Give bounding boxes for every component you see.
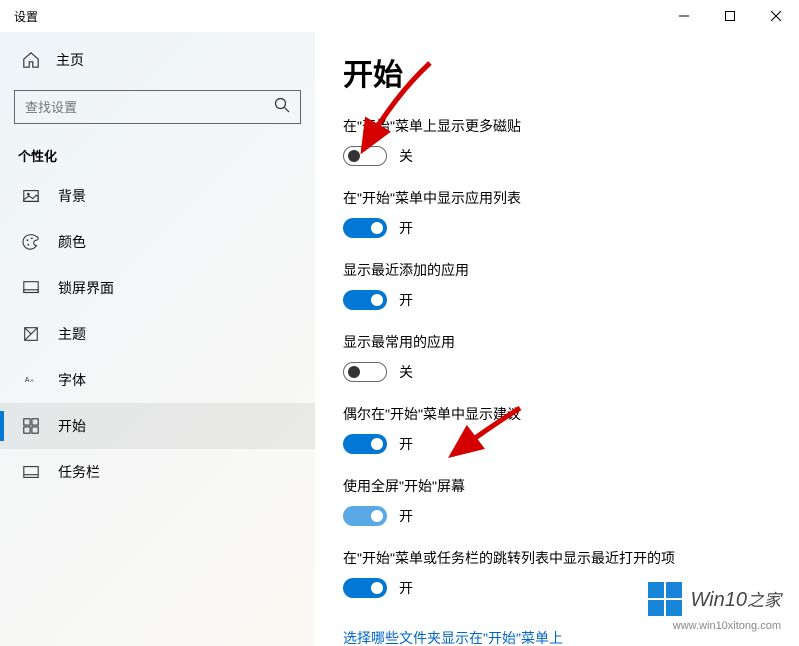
palette-icon — [22, 233, 40, 251]
sidebar-item-fonts[interactable]: AA 字体 — [0, 357, 315, 403]
toggle-switch[interactable] — [343, 506, 387, 526]
search-box[interactable] — [14, 90, 301, 124]
setting-group: 偶尔在"开始"菜单中显示建议开 — [343, 404, 771, 454]
sidebar-section: 个性化 — [0, 134, 315, 173]
start-icon — [22, 417, 40, 435]
sidebar: 主页 个性化 背景 颜色 锁屏界面 — [0, 32, 315, 646]
setting-label: 显示最近添加的应用 — [343, 260, 771, 280]
search-input[interactable] — [25, 100, 274, 115]
setting-label: 在"开始"菜单中显示应用列表 — [343, 188, 771, 208]
sidebar-home[interactable]: 主页 — [0, 40, 315, 80]
sidebar-item-lockscreen[interactable]: 锁屏界面 — [0, 265, 315, 311]
home-icon — [22, 51, 40, 69]
taskbar-icon — [22, 463, 40, 481]
toggle-state-label: 开 — [399, 506, 413, 526]
toggle-state-label: 关 — [399, 146, 413, 166]
close-button[interactable] — [753, 0, 799, 32]
toggle-switch[interactable] — [343, 218, 387, 238]
toggle-state-label: 开 — [399, 218, 413, 238]
titlebar: 设置 — [0, 0, 799, 32]
setting-group: 显示最常用的应用关 — [343, 332, 771, 382]
minimize-button[interactable] — [661, 0, 707, 32]
toggle-switch[interactable] — [343, 362, 387, 382]
sidebar-item-themes[interactable]: 主题 — [0, 311, 315, 357]
sidebar-item-background[interactable]: 背景 — [0, 173, 315, 219]
nav-label: 字体 — [58, 370, 86, 390]
setting-label: 在"开始"菜单上显示更多磁贴 — [343, 116, 771, 136]
setting-label: 偶尔在"开始"菜单中显示建议 — [343, 404, 771, 424]
setting-group: 显示最近添加的应用开 — [343, 260, 771, 310]
nav-label: 主题 — [58, 324, 86, 344]
toggle-switch[interactable] — [343, 146, 387, 166]
nav-label: 背景 — [58, 186, 86, 206]
toggle-state-label: 开 — [399, 578, 413, 598]
nav-label: 开始 — [58, 416, 86, 436]
theme-icon — [22, 325, 40, 343]
toggle-switch[interactable] — [343, 290, 387, 310]
svg-text:A: A — [25, 377, 30, 384]
setting-label: 显示最常用的应用 — [343, 332, 771, 352]
window-title: 设置 — [14, 8, 38, 25]
page-title: 开始 — [343, 50, 771, 94]
watermark-text: Win10之家 — [690, 586, 781, 612]
windows-logo-icon — [648, 582, 682, 616]
maximize-button[interactable] — [707, 0, 753, 32]
picture-icon — [22, 187, 40, 205]
nav-label: 锁屏界面 — [58, 278, 114, 298]
setting-group: 在"开始"菜单中显示应用列表开 — [343, 188, 771, 238]
folder-link[interactable]: 选择哪些文件夹显示在"开始"菜单上 — [343, 628, 563, 646]
toggle-switch[interactable] — [343, 434, 387, 454]
nav-label: 颜色 — [58, 232, 86, 252]
nav-label: 任务栏 — [58, 462, 100, 482]
setting-label: 使用全屏"开始"屏幕 — [343, 476, 771, 496]
content-area: 开始 在"开始"菜单上显示更多磁贴关在"开始"菜单中显示应用列表开显示最近添加的… — [315, 32, 799, 646]
sidebar-item-taskbar[interactable]: 任务栏 — [0, 449, 315, 495]
toggle-switch[interactable] — [343, 578, 387, 598]
home-label: 主页 — [56, 50, 84, 70]
font-icon: AA — [22, 371, 40, 389]
lockscreen-icon — [22, 279, 40, 297]
toggle-state-label: 开 — [399, 434, 413, 454]
sidebar-item-colors[interactable]: 颜色 — [0, 219, 315, 265]
window-controls — [661, 0, 799, 32]
watermark: Win10之家 — [648, 582, 781, 616]
toggle-state-label: 开 — [399, 290, 413, 310]
svg-text:A: A — [30, 378, 34, 384]
toggle-state-label: 关 — [399, 362, 413, 382]
setting-group: 在"开始"菜单上显示更多磁贴关 — [343, 116, 771, 166]
search-icon — [274, 97, 290, 118]
setting-label: 在"开始"菜单或任务栏的跳转列表中显示最近打开的项 — [343, 548, 771, 568]
sidebar-item-start[interactable]: 开始 — [0, 403, 315, 449]
setting-group: 使用全屏"开始"屏幕开 — [343, 476, 771, 526]
watermark-url: www.win10xitong.com — [673, 620, 781, 632]
